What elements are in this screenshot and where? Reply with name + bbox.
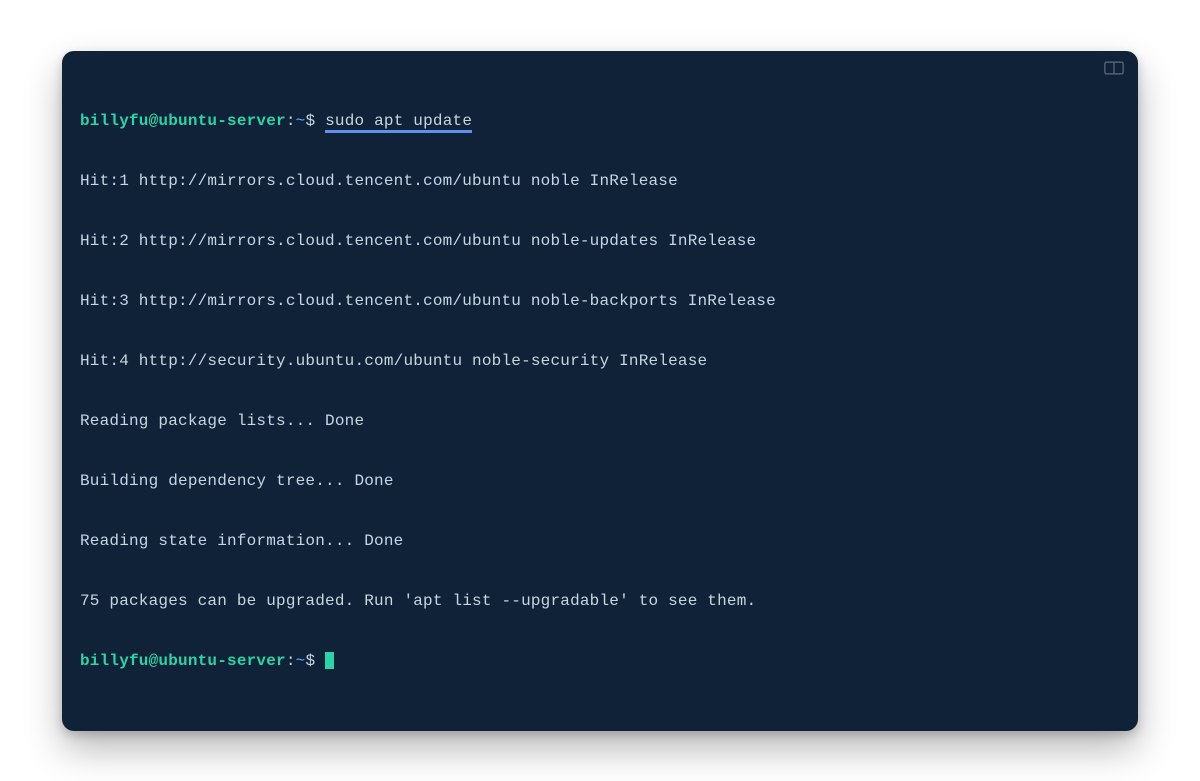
output-line: 75 packages can be upgraded. Run 'apt li… xyxy=(80,591,1120,611)
output-line: Hit:4 http://security.ubuntu.com/ubuntu … xyxy=(80,351,1120,371)
prompt-dollar: $ xyxy=(305,112,315,130)
split-pane-icon[interactable] xyxy=(1104,61,1124,75)
output-line: Hit:2 http://mirrors.cloud.tencent.com/u… xyxy=(80,231,1120,251)
entered-command: sudo apt update xyxy=(325,112,472,133)
prompt-line-1: billyfu@ubuntu-server:~$ sudo apt update xyxy=(80,111,1120,131)
output-line: Hit:1 http://mirrors.cloud.tencent.com/u… xyxy=(80,171,1120,191)
prompt-path: ~ xyxy=(296,112,306,130)
prompt-dollar: $ xyxy=(305,652,315,670)
cursor xyxy=(325,652,334,669)
output-line: Reading package lists... Done xyxy=(80,411,1120,431)
prompt-user-host: billyfu@ubuntu-server xyxy=(80,652,286,670)
output-line: Hit:3 http://mirrors.cloud.tencent.com/u… xyxy=(80,291,1120,311)
prompt-line-2: billyfu@ubuntu-server:~$ xyxy=(80,651,1120,671)
prompt-user-host: billyfu@ubuntu-server xyxy=(80,112,286,130)
output-line: Reading state information... Done xyxy=(80,531,1120,551)
output-line: Building dependency tree... Done xyxy=(80,471,1120,491)
prompt-colon: : xyxy=(286,652,296,670)
terminal-window: billyfu@ubuntu-server:~$ sudo apt update… xyxy=(62,51,1138,731)
terminal-output[interactable]: billyfu@ubuntu-server:~$ sudo apt update… xyxy=(80,71,1120,711)
prompt-path: ~ xyxy=(296,652,306,670)
prompt-colon: : xyxy=(286,112,296,130)
